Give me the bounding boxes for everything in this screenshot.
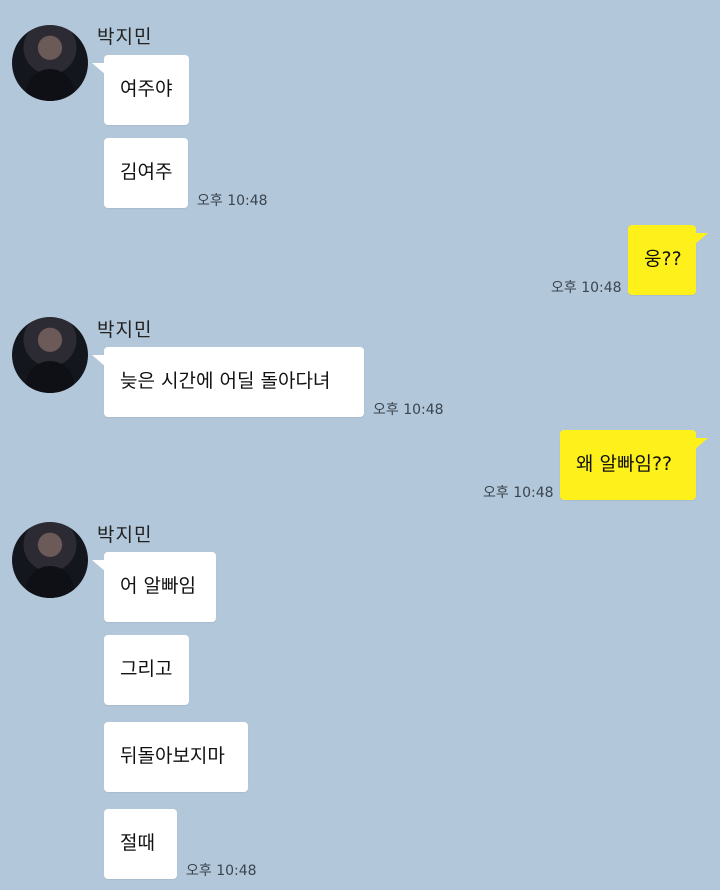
message-bubble[interactable]: 그리고 (104, 635, 189, 705)
sender-name: 박지민 (97, 524, 153, 546)
sender-name: 박지민 (97, 26, 153, 48)
message-timestamp: 오후 10:48 (197, 193, 268, 209)
message-bubble[interactable]: 김여주 (104, 138, 188, 208)
avatar[interactable] (12, 317, 88, 393)
message-bubble[interactable]: 절때 (104, 809, 177, 879)
message-bubble[interactable]: 어 알빠임 (92, 552, 216, 622)
message-timestamp: 오후 10:48 (551, 280, 622, 296)
avatar[interactable] (12, 522, 88, 598)
my-message-bubble[interactable]: 왜 알빠임?? (560, 430, 708, 500)
message-timestamp: 오후 10:48 (373, 402, 444, 418)
message-bubble[interactable]: 뒤돌아보지마 (104, 722, 248, 792)
my-message-bubble[interactable]: 웅?? (628, 225, 708, 295)
message-bubble[interactable]: 늦은 시간에 어딜 돌아다녀 (92, 347, 364, 417)
sender-name: 박지민 (97, 319, 153, 341)
message-bubble[interactable]: 여주야 (92, 55, 189, 125)
message-timestamp: 오후 10:48 (186, 863, 257, 879)
message-timestamp: 오후 10:48 (483, 485, 554, 501)
chat-area[interactable]: 박지민 여주야 김여주 오후 10:48 웅?? 오후 10:48 박지민 늦은… (0, 0, 720, 890)
avatar[interactable] (12, 25, 88, 101)
